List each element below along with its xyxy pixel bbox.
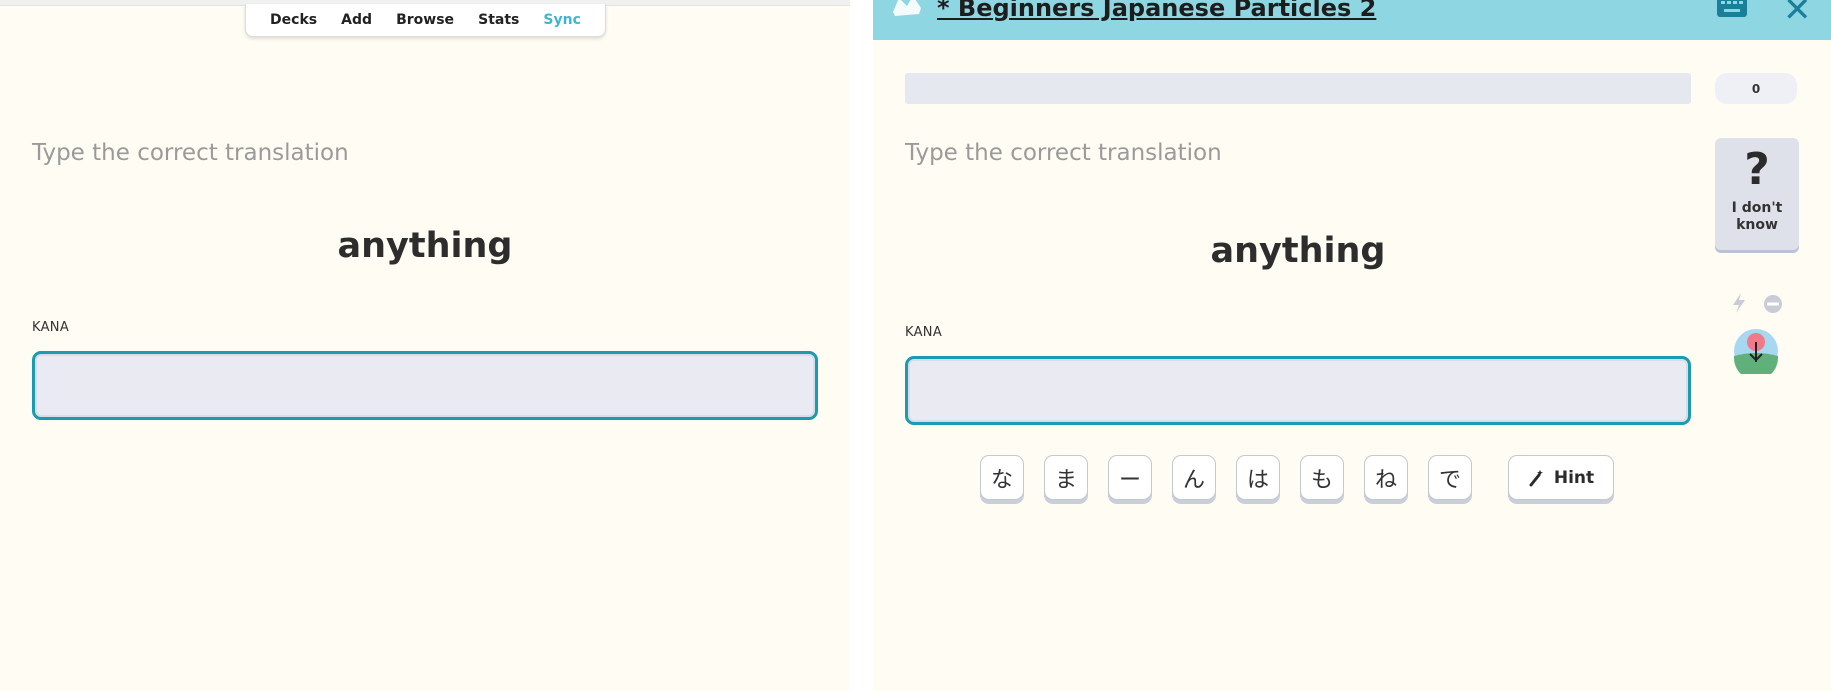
session-header: * Beginners Japanese Particles 2 ✕ <box>873 0 1831 40</box>
answer-input[interactable] <box>32 351 818 420</box>
left-panel: Decks Add Browse Stats Sync Type the cor… <box>0 0 850 691</box>
kana-key-mo[interactable]: も <box>1300 455 1344 500</box>
close-icon[interactable]: ✕ <box>1783 0 1812 30</box>
question-word: anything <box>1210 231 1386 271</box>
kana-key-n[interactable]: ん <box>1172 455 1216 500</box>
hint-button[interactable]: Hint <box>1508 455 1614 500</box>
dont-know-label: I don't know <box>1732 200 1783 234</box>
lightning-icon[interactable] <box>1731 292 1747 314</box>
kana-key-de[interactable]: で <box>1428 455 1472 500</box>
prompt-text: Type the correct translation <box>32 140 349 166</box>
top-menu-bar: Decks Add Browse Stats Sync <box>245 4 606 37</box>
kana-key-long-vowel[interactable]: ー <box>1108 455 1152 500</box>
magic-wand-icon <box>1529 469 1543 486</box>
answer-input[interactable] <box>905 356 1691 425</box>
field-label-kana: KANA <box>905 325 943 340</box>
progress-bar <box>905 73 1691 104</box>
deck-title[interactable]: * Beginners Japanese Particles 2 <box>937 0 1376 22</box>
right-panel: * Beginners Japanese Particles 2 ✕ 0 Typ… <box>873 0 1831 691</box>
dont-know-button[interactable]: ? I don't know <box>1715 138 1799 250</box>
menu-decks[interactable]: Decks <box>270 12 317 28</box>
menu-stats[interactable]: Stats <box>478 12 519 28</box>
kana-key-ma[interactable]: ま <box>1044 455 1088 500</box>
hint-label: Hint <box>1553 467 1595 488</box>
menu-browse[interactable]: Browse <box>396 12 454 28</box>
score-badge: 0 <box>1715 73 1797 104</box>
keyboard-icon[interactable] <box>1716 0 1748 18</box>
prompt-text: Type the correct translation <box>905 140 1222 166</box>
menu-add[interactable]: Add <box>341 12 372 28</box>
minus-circle-icon[interactable] <box>1763 294 1783 314</box>
kana-key-ha[interactable]: は <box>1236 455 1280 500</box>
dont-know-label-line2: know <box>1736 217 1778 233</box>
memrise-logo-icon[interactable] <box>889 0 925 20</box>
kana-key-na[interactable]: な <box>980 455 1024 500</box>
dont-know-label-line1: I don't <box>1731 200 1783 216</box>
panel-divider <box>850 0 873 691</box>
question-mark-icon: ? <box>1744 144 1770 195</box>
question-word: anything <box>337 226 513 266</box>
menu-sync[interactable]: Sync <box>543 12 580 28</box>
kana-key-ne[interactable]: ね <box>1364 455 1408 500</box>
flower-avatar-icon[interactable] <box>1733 328 1779 374</box>
field-label-kana: KANA <box>32 320 70 335</box>
